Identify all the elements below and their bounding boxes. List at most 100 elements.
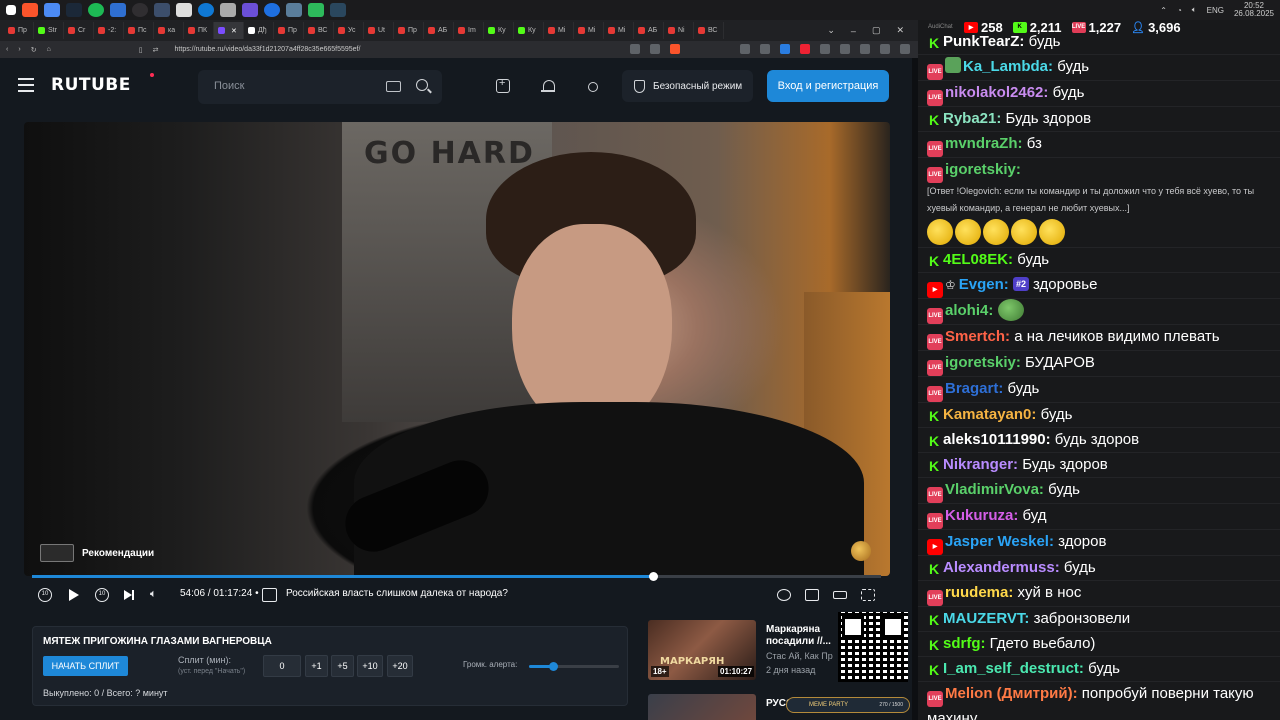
browser-tab[interactable]: Пс [124, 22, 154, 39]
browser-tab[interactable]: Mi [574, 22, 604, 39]
video-player[interactable]: GO HARD [24, 122, 890, 576]
start-split-button[interactable]: НАЧАТЬ СПЛИТ [43, 656, 128, 676]
tab-search-icon[interactable]: ⌄ [827, 25, 835, 36]
next-video-icon[interactable] [124, 590, 134, 600]
minimize-icon[interactable]: – [851, 26, 856, 36]
chat-nickname[interactable]: VladimirVova: [945, 481, 1044, 498]
browser-tab[interactable]: Ку [484, 22, 514, 39]
channel-avatar[interactable] [851, 541, 871, 561]
language-indicator[interactable]: ENG [1207, 6, 1224, 15]
theme-toggle-icon[interactable] [585, 79, 599, 93]
alert-volume-slider[interactable] [529, 662, 619, 671]
chat-nickname[interactable]: 4EL08EK: [943, 251, 1013, 268]
chat-nickname[interactable]: igoretskiy: [945, 354, 1021, 371]
chat-nickname[interactable]: Evgen: [959, 276, 1009, 293]
app-icon[interactable] [242, 3, 258, 17]
menu-icon[interactable] [18, 78, 34, 96]
alert-volume-knob[interactable] [549, 662, 559, 671]
upload-icon[interactable] [496, 77, 510, 93]
volume-icon[interactable]: 🔈︎ [150, 588, 164, 602]
edge-icon[interactable] [198, 3, 214, 17]
app-icon[interactable] [220, 3, 236, 17]
chat-nickname[interactable]: Ryba21: [943, 110, 1001, 127]
close-icon[interactable]: ✕ [896, 25, 904, 36]
spotify-icon[interactable] [88, 3, 104, 17]
theater-mode-icon[interactable] [833, 591, 847, 599]
chat-nickname[interactable]: Melion (Дмитрий): [945, 685, 1078, 702]
extensions-puzzle-icon[interactable] [840, 44, 850, 54]
video-thumbnail[interactable] [648, 694, 756, 720]
play-icon[interactable] [69, 589, 79, 601]
app-icon[interactable] [286, 3, 302, 17]
maximize-icon[interactable]: ▢ [872, 25, 881, 36]
chapter-title[interactable]: Российская власть слишком далека от наро… [286, 588, 508, 602]
browser-tab[interactable]: Ni [664, 22, 694, 39]
quality-settings-icon[interactable] [777, 589, 791, 601]
add-10-button[interactable]: +10 [357, 655, 383, 677]
fullscreen-icon[interactable] [861, 589, 875, 601]
app-icon[interactable] [110, 3, 126, 17]
browser-tab[interactable]: Str [34, 22, 64, 39]
notifications-bell-icon[interactable] [541, 79, 555, 93]
forward-10-icon[interactable]: 10 [95, 588, 109, 602]
search-icon[interactable] [416, 79, 428, 91]
chat-nickname[interactable]: Jasper Weskel: [945, 533, 1054, 550]
browser-tab[interactable]: Дђ [244, 22, 274, 39]
close-app-icon[interactable] [176, 3, 192, 17]
share-icon[interactable] [650, 44, 660, 54]
recommendations-toggle[interactable]: Рекомендации [40, 544, 154, 562]
browser-tab[interactable]: Пр [274, 22, 304, 39]
site-logo[interactable]: RUTUBE [51, 75, 131, 95]
network-icon[interactable]: ◔ [1177, 6, 1182, 15]
browser-tab[interactable]: Пр [394, 22, 424, 39]
steam-icon[interactable] [66, 3, 82, 17]
chat-nickname[interactable]: Smertch: [945, 328, 1010, 345]
wallet-icon[interactable] [880, 44, 890, 54]
browser-tab[interactable]: АБ [424, 22, 454, 39]
progress-scrubber[interactable] [648, 572, 658, 581]
chat-nickname[interactable]: Kukuruza: [945, 507, 1018, 524]
chat-nickname[interactable]: Alexandermuss: [943, 559, 1060, 576]
chat-nickname[interactable]: Kamatayan0: [943, 406, 1036, 423]
chat-nickname[interactable]: mvndraZh: [945, 135, 1023, 152]
clock[interactable]: 20:52 26.08.2025 [1234, 2, 1274, 18]
chat-nickname[interactable]: sdrfg: [943, 635, 986, 652]
browser-tab[interactable]: Ut [364, 22, 394, 39]
chat-nickname[interactable]: Ka_Lambda: [963, 58, 1053, 75]
extension-icon[interactable] [760, 44, 770, 54]
app-icon[interactable] [264, 3, 280, 17]
browser-tab[interactable]: АБ [634, 22, 664, 39]
monitor-icon[interactable] [154, 3, 170, 17]
rewind-10-icon[interactable]: 10 [38, 588, 52, 602]
chat-nickname[interactable]: aleks10111990: [943, 431, 1051, 448]
chapters-icon[interactable] [262, 588, 277, 602]
bookmark-icon[interactable]: ▯ [139, 46, 143, 54]
extension-icon[interactable] [780, 44, 790, 54]
keyboard-icon[interactable] [386, 81, 401, 92]
home-icon[interactable]: ⌂ [47, 46, 51, 53]
app-icon[interactable] [308, 3, 324, 17]
chat-nickname[interactable]: Nikranger: [943, 456, 1018, 473]
add-1-button[interactable]: +1 [305, 655, 328, 677]
extension-icon[interactable] [800, 44, 810, 54]
chrome-icon[interactable] [44, 3, 60, 17]
brave-shield-icon[interactable] [670, 44, 680, 54]
tray-chevron-icon[interactable]: ⌃ [1160, 6, 1167, 15]
picture-in-picture-icon[interactable] [805, 589, 819, 601]
video-progress-bar[interactable] [32, 572, 881, 581]
chat-nickname[interactable]: alohi4: [945, 302, 993, 319]
browser-tab[interactable]: ВС [694, 22, 724, 39]
add-5-button[interactable]: +5 [331, 655, 354, 677]
url-field[interactable]: https://rutube.ru/video/da33f1d21207a4ff… [175, 46, 361, 53]
safe-mode-button[interactable]: Безопасный режим [622, 70, 753, 102]
browser-tab[interactable]: Ку [514, 22, 544, 39]
browser-tab[interactable]: Im [454, 22, 484, 39]
volume-tray-icon[interactable]: 🔈︎ [1192, 5, 1197, 15]
sidebar-icon[interactable] [860, 44, 870, 54]
obs-icon[interactable] [132, 3, 148, 17]
chat-nickname[interactable]: I_am_self_destruct: [943, 660, 1084, 677]
chat-nickname[interactable]: nikolakol2462: [945, 84, 1048, 101]
forward-icon[interactable]: › [18, 46, 20, 53]
reload-icon[interactable]: ↻ [31, 46, 37, 54]
video-title[interactable]: Маркаряна посадили //... [766, 624, 846, 648]
